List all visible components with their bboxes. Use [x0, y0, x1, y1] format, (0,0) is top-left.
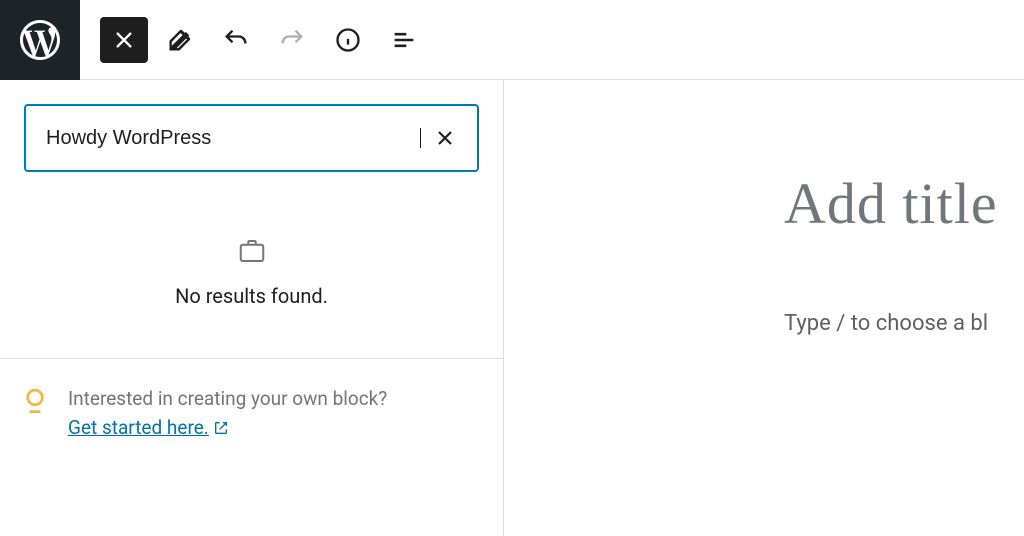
search-wrapper [0, 80, 503, 196]
toolbar-button-group [80, 16, 428, 64]
redo-button [268, 16, 316, 64]
outline-button[interactable] [380, 16, 428, 64]
edit-button[interactable] [156, 16, 204, 64]
external-link-icon [213, 420, 229, 436]
close-icon [110, 26, 138, 54]
block-inserter-panel: No results found. Interested in creating… [0, 80, 504, 536]
undo-icon [222, 26, 250, 54]
redo-icon [278, 26, 306, 54]
search-input[interactable] [46, 127, 419, 150]
tip-link[interactable]: Get started here. [68, 414, 229, 443]
search-box[interactable] [24, 104, 479, 172]
outline-icon [390, 26, 418, 54]
top-toolbar [0, 0, 1024, 80]
lightbulb-icon [24, 387, 46, 417]
post-body-placeholder[interactable]: Type / to choose a bl [784, 311, 1024, 336]
info-icon [334, 26, 362, 54]
post-title-placeholder[interactable]: Add title [784, 170, 1024, 237]
clear-search-button[interactable] [421, 114, 469, 162]
tip-text: Interested in creating your own block? [68, 387, 387, 410]
wordpress-logo[interactable] [0, 0, 80, 80]
editor-canvas[interactable]: Add title Type / to choose a bl [504, 80, 1024, 536]
no-results: No results found. [0, 196, 503, 358]
pencil-icon [166, 26, 194, 54]
tip: Interested in creating your own block? G… [0, 359, 503, 468]
tip-content: Interested in creating your own block? G… [68, 385, 387, 442]
info-button[interactable] [324, 16, 372, 64]
tip-link-text: Get started here. [68, 414, 209, 443]
block-icon [237, 236, 267, 266]
no-results-text: No results found. [175, 284, 328, 308]
main-area: No results found. Interested in creating… [0, 80, 1024, 536]
undo-button[interactable] [212, 16, 260, 64]
close-inserter-button[interactable] [100, 17, 148, 63]
wordpress-icon [16, 16, 64, 64]
close-icon [433, 126, 457, 150]
